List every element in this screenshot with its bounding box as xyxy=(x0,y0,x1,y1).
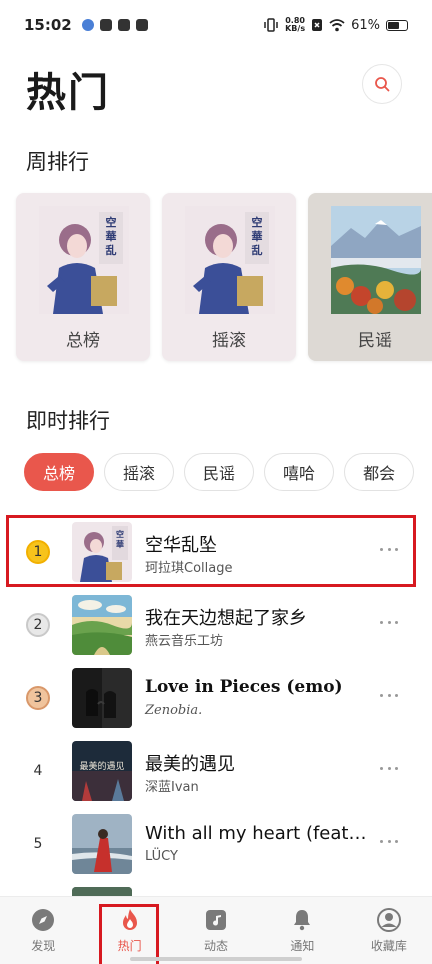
song-artist: 珂拉琪Collage xyxy=(145,561,233,576)
song-cover xyxy=(72,595,132,655)
bottom-nav: 发现 热门 动态 通知 收藏库 xyxy=(0,896,432,964)
song-title: 空华乱坠 xyxy=(145,535,217,556)
rank-badge: 3 xyxy=(26,686,50,710)
svg-text:最美的遇见: 最美的遇见 xyxy=(79,760,124,772)
weekly-card-label: 民谣 xyxy=(358,331,392,351)
svg-text:華: 華 xyxy=(252,229,263,243)
weekly-card-label: 总榜 xyxy=(66,331,100,351)
more-options-button[interactable] xyxy=(380,760,398,776)
landscape-art-image xyxy=(331,206,421,314)
battery-percent: 61% xyxy=(351,17,380,33)
tiktok-icon xyxy=(99,19,112,31)
weekly-section-title: 周排行 xyxy=(26,150,89,174)
sim-off-icon xyxy=(312,19,323,31)
search-button[interactable] xyxy=(362,64,402,104)
song-title: 我在天边想起了家乡 xyxy=(145,608,307,629)
svg-text:空: 空 xyxy=(116,529,124,539)
svg-text:空: 空 xyxy=(106,215,117,229)
song-artist: Zenobia. xyxy=(145,703,203,718)
search-icon xyxy=(375,77,390,92)
genre-chip-row: 总榜 摇滚 民谣 嘻哈 都会 xyxy=(24,453,415,491)
song-artist: LÜCY xyxy=(145,849,178,864)
song-row[interactable]: 5 With all my heart (feat… LÜCY xyxy=(0,807,432,880)
chip-rock[interactable]: 摇滚 xyxy=(104,453,175,491)
weekly-card-overall[interactable]: 空 華 乱 总榜 xyxy=(16,193,150,361)
rank-badge: 2 xyxy=(26,613,50,637)
more-options-button[interactable] xyxy=(380,614,398,630)
chip-hiphop[interactable]: 嘻哈 xyxy=(264,453,335,491)
song-artist: 深蓝Ivan xyxy=(145,780,199,795)
weekly-card-folk[interactable]: 民谣 xyxy=(308,193,432,361)
net-speed: 0.80 KB/s xyxy=(285,17,305,33)
compass-icon xyxy=(32,909,55,931)
more-options-button[interactable] xyxy=(380,833,398,849)
album-art-image: 空 華 乱 xyxy=(185,206,275,314)
chip-overall[interactable]: 总榜 xyxy=(24,453,95,491)
status-bar: 15:02 0.80 KB/s 61% xyxy=(0,0,432,50)
weekly-card-label: 摇滚 xyxy=(212,331,246,351)
song-artist: 燕云音乐工坊 xyxy=(145,634,224,649)
song-title: With all my heart (feat… xyxy=(145,823,367,844)
link-app-icon xyxy=(117,19,130,31)
nav-label: 动态 xyxy=(204,939,229,953)
fire-icon xyxy=(122,909,137,930)
more-options-button[interactable] xyxy=(380,541,398,557)
notification-app-icon xyxy=(81,19,94,31)
more-options-button[interactable] xyxy=(380,687,398,703)
nav-feed[interactable]: 动态 xyxy=(173,897,259,964)
song-cover: 最美的遇见 xyxy=(72,741,132,801)
message-app-icon xyxy=(135,19,148,31)
svg-text:乱: 乱 xyxy=(252,243,263,257)
song-row[interactable]: 1 空 華 空华乱坠 珂拉琪Collage xyxy=(0,515,432,588)
nav-label: 发现 xyxy=(31,939,56,953)
home-indicator[interactable] xyxy=(130,957,302,961)
wifi-icon xyxy=(329,18,345,31)
music-note-icon xyxy=(206,910,227,930)
svg-text:華: 華 xyxy=(106,229,117,243)
vibrate-icon xyxy=(264,18,278,32)
weekly-card-row: 空 華 乱 总榜 空 華 乱 摇滚 民谣 xyxy=(16,193,432,361)
song-title: 最美的遇见 xyxy=(145,754,235,775)
realtime-section-title: 即时排行 xyxy=(26,409,110,433)
song-title: Love in Pieces (emo) xyxy=(145,677,343,697)
rank-badge: 1 xyxy=(26,540,50,564)
song-list: 1 空 華 空华乱坠 珂拉琪Collage 2 我在天边想起了家乡 燕云音乐工坊… xyxy=(0,515,432,900)
nav-label: 通知 xyxy=(290,939,315,953)
net-speed-unit: KB/s xyxy=(285,24,306,33)
svg-text:乱: 乱 xyxy=(106,243,117,257)
notification-icons xyxy=(81,19,148,31)
rank-badge: 5 xyxy=(33,836,43,852)
battery-icon xyxy=(386,19,408,31)
nav-hot[interactable]: 热门 xyxy=(86,897,172,964)
nav-library[interactable]: 收藏库 xyxy=(346,897,432,964)
rank-badge: 4 xyxy=(33,763,43,779)
song-row[interactable]: 2 我在天边想起了家乡 燕云音乐工坊 xyxy=(0,588,432,661)
chip-folk[interactable]: 民谣 xyxy=(184,453,255,491)
song-cover: 空 華 xyxy=(72,522,132,582)
nav-label: 收藏库 xyxy=(370,939,407,953)
song-row[interactable]: 4 最美的遇见 最美的遇见 深蓝Ivan xyxy=(0,734,432,807)
weekly-card-rock[interactable]: 空 華 乱 摇滚 xyxy=(162,193,296,361)
page-title: 热门 xyxy=(26,70,110,116)
song-cover xyxy=(72,814,132,874)
nav-notifications[interactable]: 通知 xyxy=(259,897,345,964)
album-art-image: 空 華 乱 xyxy=(39,206,129,314)
status-time: 15:02 xyxy=(24,16,72,34)
bell-icon xyxy=(294,910,311,931)
status-right: 0.80 KB/s 61% xyxy=(263,17,408,33)
song-row[interactable]: 3 Love in Pieces (emo) Zenobia. xyxy=(0,661,432,734)
nav-discover[interactable]: 发现 xyxy=(0,897,86,964)
song-cover xyxy=(72,668,132,728)
user-icon xyxy=(376,908,401,932)
svg-text:華: 華 xyxy=(116,539,124,549)
svg-text:空: 空 xyxy=(252,215,263,229)
chip-urban[interactable]: 都会 xyxy=(344,453,415,491)
nav-label: 热门 xyxy=(117,939,142,953)
